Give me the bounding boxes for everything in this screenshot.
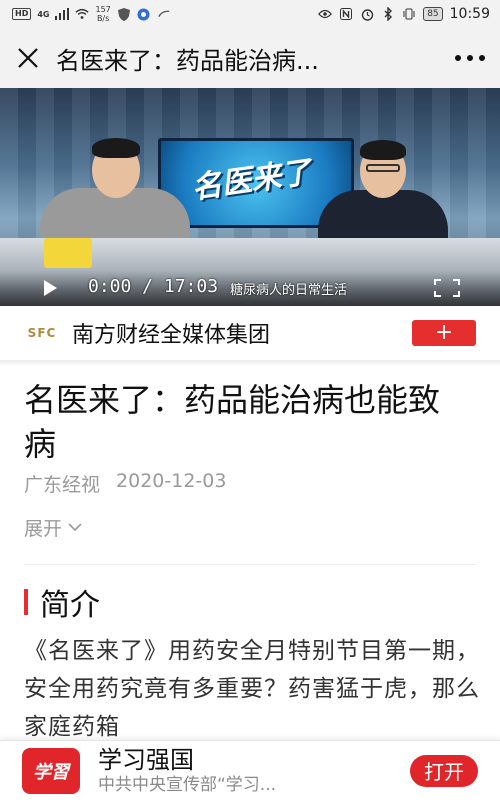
article-date: 2020-12-03: [116, 470, 227, 492]
section-accent-bar: [24, 589, 28, 615]
wifi-icon: [75, 7, 90, 21]
close-icon: [18, 48, 38, 68]
app-description: 中共中央宣传部“学习...: [98, 774, 277, 795]
article-title: 名医来了：药品能治病也能致病: [24, 381, 441, 463]
news-app-icon: [157, 7, 171, 21]
account-row-shadow: [0, 360, 500, 366]
shield-icon: [117, 7, 131, 21]
expand-button[interactable]: 展开: [24, 514, 82, 541]
close-button[interactable]: [0, 28, 56, 88]
video-subtitle: 糖尿病人的日常生活: [230, 283, 348, 298]
app-download-banner[interactable]: 学習 学习强国 中共中央宣传部“学习... 打开: [0, 740, 500, 800]
more-icon: [455, 55, 485, 61]
speed-unit: B/s: [96, 14, 110, 23]
divider: [24, 564, 476, 565]
app-logo: 学習: [22, 747, 80, 794]
intro-text: 《名医来了》用药安全月特别节目第一期，安全用药究竟有多重要？药害猛于虎，那么家庭…: [24, 638, 480, 740]
speed-value: 157: [95, 5, 111, 14]
account-name: 南方财经全媒体集团: [72, 323, 271, 348]
section-title: 简介: [40, 588, 100, 623]
title-bar: 名医来了：药品能治病...: [0, 28, 500, 88]
nfc-icon: [339, 7, 353, 21]
signal-icon: [55, 7, 70, 21]
article-meta: 广东经视 2020-12-03: [24, 470, 226, 497]
battery-indicator: 85: [423, 7, 443, 21]
app-name: 学习强国: [98, 745, 194, 774]
play-icon[interactable]: [44, 280, 57, 296]
status-time: 10:59: [449, 6, 490, 22]
chevron-down-icon: [68, 523, 82, 532]
open-app-button[interactable]: 打开: [410, 754, 478, 787]
expand-label: 展开: [24, 518, 63, 540]
vibrate-icon: [402, 7, 416, 21]
page-title: 名医来了：药品能治病...: [56, 46, 319, 75]
follow-button[interactable]: +: [412, 320, 476, 346]
status-bar: HD 4G 157 B/s 85 10:59: [0, 0, 500, 28]
sfc-logo-letters: SFC: [27, 326, 57, 340]
article-source: 广东经视: [24, 474, 101, 496]
fullscreen-icon[interactable]: [434, 279, 460, 297]
more-button[interactable]: [440, 28, 500, 88]
alarm-icon: [360, 7, 374, 21]
network-speed: 157 B/s: [95, 5, 110, 23]
hd-indicator: HD: [12, 8, 32, 20]
video-time: 0:00 / 17:03: [88, 276, 219, 297]
media-account-row[interactable]: SFC 南方财经全媒体集团 +: [0, 306, 500, 360]
video-player[interactable]: 名医来了 0:00 / 17:03 糖尿病人的日常生活: [0, 88, 500, 306]
intro-section-header: 简介: [24, 580, 100, 624]
show-logo: 名医来了: [189, 154, 314, 207]
network-type: 4G: [37, 9, 50, 19]
sfc-logo: SFC: [24, 318, 60, 348]
desk-cup: [44, 238, 92, 268]
eye-comfort-icon: [318, 7, 333, 21]
bluetooth-icon: [381, 7, 395, 21]
app-notification-icon: [137, 7, 151, 21]
app-info: 学习强国 中共中央宣传部“学习...: [98, 746, 368, 796]
